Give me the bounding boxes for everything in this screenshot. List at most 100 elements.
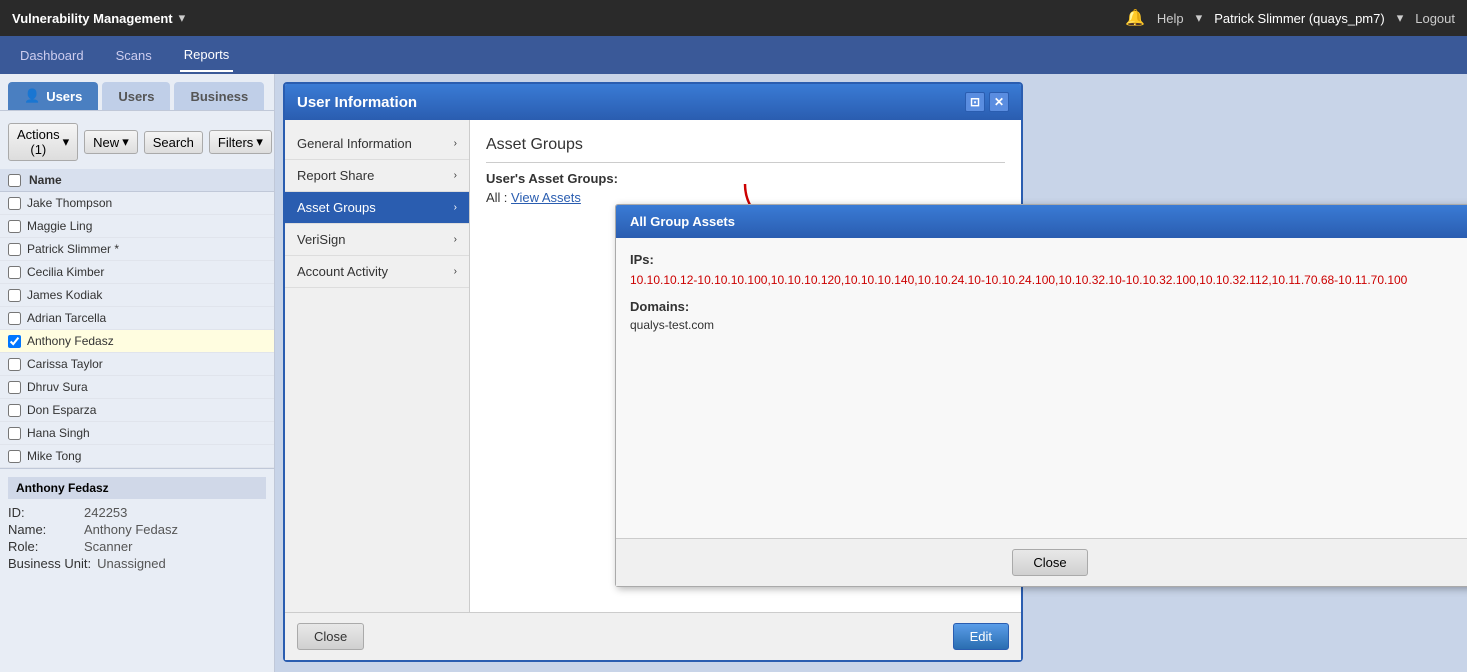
- list-item[interactable]: Patrick Slimmer *: [0, 238, 274, 261]
- top-nav-right: 🔔 Help ▾ Patrick Slimmer (quays_pm7) ▾ L…: [1125, 8, 1455, 28]
- list-item[interactable]: Maggie Ling: [0, 215, 274, 238]
- top-navigation: Vulnerability Management ▾ 🔔 Help ▾ Patr…: [0, 0, 1467, 36]
- modal-left-nav: General Information › Report Share › Ass…: [285, 120, 470, 612]
- nav-report-share[interactable]: Report Share ›: [285, 160, 469, 192]
- users-asset-groups-label: User's Asset Groups:: [486, 171, 1005, 186]
- sidebar-actions: Actions (1) ▾ New ▾ Search Filters ▾: [0, 119, 274, 165]
- user-checkbox[interactable]: [8, 427, 21, 440]
- filters-button[interactable]: Filters ▾: [209, 130, 272, 154]
- sidebar-tabs: 👤 Users Users Business: [0, 82, 274, 111]
- modal-close-button[interactable]: ✕: [989, 92, 1009, 112]
- ips-label: IPs:: [630, 252, 1467, 267]
- group-assets-close-button[interactable]: Close: [1012, 549, 1087, 576]
- id-label: ID:: [8, 505, 78, 520]
- sidebar-footer: Anthony Fedasz ID: 242253 Name: Anthony …: [0, 468, 274, 581]
- user-checkbox[interactable]: [8, 450, 21, 463]
- list-item[interactable]: Jake Thompson: [0, 192, 274, 215]
- list-item-selected[interactable]: Anthony Fedasz: [0, 330, 274, 353]
- nav-asset-groups-label: Asset Groups: [297, 200, 376, 215]
- asset-groups-sub: All : View Assets: [486, 190, 1005, 205]
- search-label: Search: [153, 135, 194, 150]
- modal-title: User Information: [297, 94, 417, 111]
- domains-value: qualys-test.com: [630, 318, 1467, 332]
- app-dropdown-icon[interactable]: ▾: [179, 10, 186, 26]
- list-item[interactable]: Hana Singh: [0, 422, 274, 445]
- tab-business[interactable]: Business: [174, 82, 264, 110]
- tab-users-2[interactable]: Users: [102, 82, 170, 110]
- username: Patrick Slimmer *: [27, 242, 119, 256]
- help-link[interactable]: Help: [1157, 11, 1184, 26]
- username: James Kodiak: [27, 288, 102, 302]
- username: Adrian Tarcella: [27, 311, 106, 325]
- all-text: All: [486, 190, 500, 205]
- user-dropdown-icon[interactable]: ▾: [1397, 10, 1404, 26]
- username: Carissa Taylor: [27, 357, 103, 371]
- logout-link[interactable]: Logout: [1415, 11, 1455, 26]
- actions-label: Actions (1): [17, 127, 60, 157]
- table-header: Name: [0, 169, 274, 192]
- close-button[interactable]: Close: [297, 623, 364, 650]
- edit-button[interactable]: Edit: [953, 623, 1009, 650]
- nav-reports[interactable]: Reports: [180, 39, 234, 72]
- users-icon: 👤: [24, 88, 40, 104]
- chevron-right-icon: ›: [454, 266, 457, 277]
- business-unit-label: Business Unit:: [8, 556, 91, 571]
- username: Cecilia Kimber: [27, 265, 104, 279]
- new-dropdown-icon: ▾: [122, 134, 129, 150]
- view-assets-link[interactable]: View Assets: [511, 190, 581, 205]
- user-checkbox[interactable]: [8, 220, 21, 233]
- nav-account-activity[interactable]: Account Activity ›: [285, 256, 469, 288]
- user-checkbox[interactable]: [8, 266, 21, 279]
- nav-verisign-label: VeriSign: [297, 232, 345, 247]
- user-checkbox[interactable]: [8, 289, 21, 302]
- search-button[interactable]: Search: [144, 131, 203, 154]
- app-title-area: Vulnerability Management ▾: [12, 10, 185, 26]
- list-item[interactable]: Don Esparza: [0, 399, 274, 422]
- user-checkbox[interactable]: [8, 312, 21, 325]
- main-content: 👤 Users Users Business Actions (1) ▾ New…: [0, 74, 1467, 672]
- user-checkbox[interactable]: [8, 358, 21, 371]
- help-dropdown-icon[interactable]: ▾: [1196, 10, 1203, 26]
- select-all-checkbox[interactable]: [8, 174, 21, 187]
- modal-restore-button[interactable]: ⊡: [965, 92, 985, 112]
- nav-report-share-label: Report Share: [297, 168, 374, 183]
- user-checkbox[interactable]: [8, 335, 21, 348]
- tab-users-2-label: Users: [118, 89, 154, 104]
- sidebar: 👤 Users Users Business Actions (1) ▾ New…: [0, 74, 275, 672]
- id-value: 242253: [84, 505, 127, 520]
- nav-verisign[interactable]: VeriSign ›: [285, 224, 469, 256]
- group-assets-footer: Close: [616, 538, 1467, 586]
- modal-controls: ⊡ ✕: [965, 92, 1009, 112]
- nav-general-information-label: General Information: [297, 136, 412, 151]
- new-button[interactable]: New ▾: [84, 130, 138, 154]
- nav-dashboard[interactable]: Dashboard: [16, 40, 88, 71]
- user-checkbox[interactable]: [8, 381, 21, 394]
- list-item[interactable]: Cecilia Kimber: [0, 261, 274, 284]
- username: Maggie Ling: [27, 219, 92, 233]
- tab-users[interactable]: 👤 Users: [8, 82, 98, 110]
- detail-role-row: Role: Scanner: [8, 539, 266, 554]
- notification-icon[interactable]: 🔔: [1125, 8, 1145, 28]
- user-checkbox[interactable]: [8, 404, 21, 417]
- tab-users-label: Users: [46, 89, 82, 104]
- chevron-right-icon: ›: [454, 202, 457, 213]
- second-navigation: Dashboard Scans Reports: [0, 36, 1467, 74]
- user-label[interactable]: Patrick Slimmer (quays_pm7): [1214, 11, 1385, 26]
- user-checkbox[interactable]: [8, 197, 21, 210]
- actions-button[interactable]: Actions (1) ▾: [8, 123, 78, 161]
- tab-business-label: Business: [190, 89, 248, 104]
- list-item[interactable]: James Kodiak: [0, 284, 274, 307]
- nav-general-information[interactable]: General Information ›: [285, 128, 469, 160]
- list-item[interactable]: Dhruv Sura: [0, 376, 274, 399]
- user-checkbox[interactable]: [8, 243, 21, 256]
- name-label: Name:: [8, 522, 78, 537]
- detail-business-unit-row: Business Unit: Unassigned: [8, 556, 266, 571]
- nav-asset-groups[interactable]: Asset Groups ›: [285, 192, 469, 224]
- list-item[interactable]: Adrian Tarcella: [0, 307, 274, 330]
- list-item[interactable]: Mike Tong: [0, 445, 274, 468]
- group-assets-modal: All Group Assets IPs: 10.10.10.12-10.10.…: [615, 204, 1467, 587]
- domains-label: Domains:: [630, 299, 1467, 314]
- business-unit-value: Unassigned: [97, 556, 166, 571]
- list-item[interactable]: Carissa Taylor: [0, 353, 274, 376]
- nav-scans[interactable]: Scans: [112, 40, 156, 71]
